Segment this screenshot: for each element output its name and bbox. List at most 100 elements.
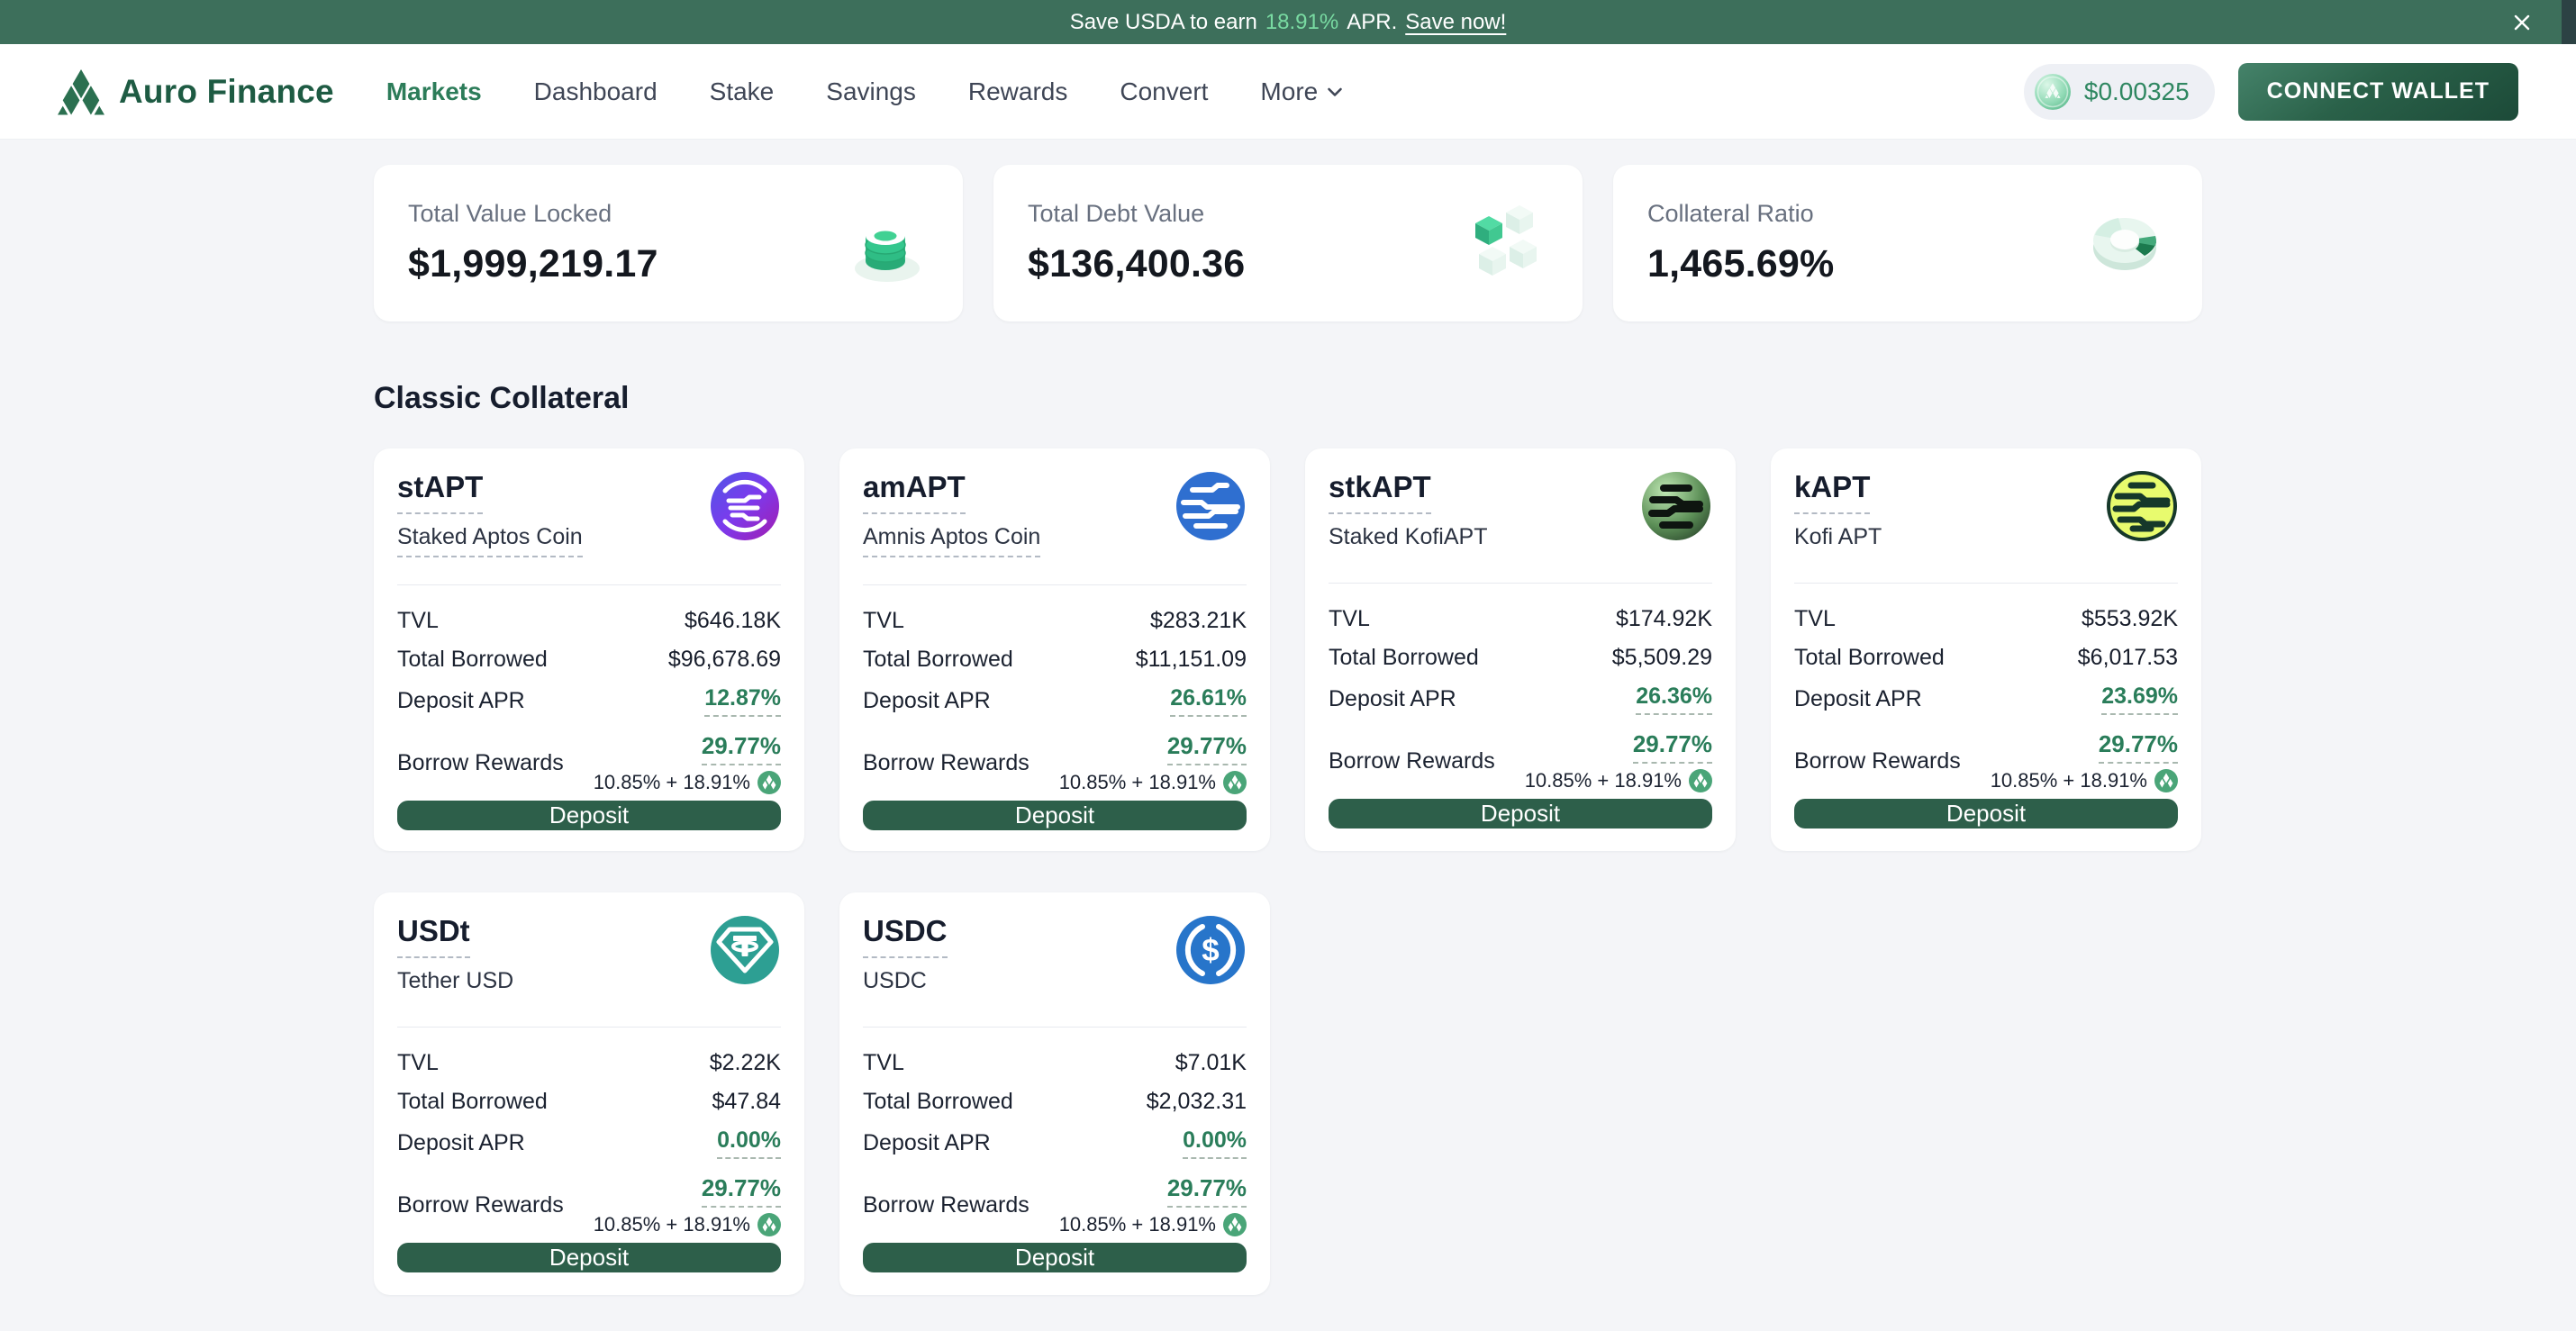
nav-item-markets[interactable]: Markets xyxy=(386,77,482,106)
banner-text: Save USDA to earn xyxy=(1070,10,1257,35)
token-symbol[interactable]: stkAPT xyxy=(1329,470,1431,514)
token-symbol[interactable]: amAPT xyxy=(863,470,966,514)
borrow-rewards-value[interactable]: 29.77% xyxy=(702,1174,781,1208)
total-borrowed-row: Total Borrowed $6,017.53 xyxy=(1794,645,2178,671)
deposit-button[interactable]: Deposit xyxy=(1794,799,2178,828)
total-borrowed-row: Total Borrowed $2,032.31 xyxy=(863,1089,1247,1115)
tvl-value: $646.18K xyxy=(685,608,781,634)
auro-logo-icon xyxy=(58,67,104,117)
deposit-apr-value[interactable]: 0.00% xyxy=(1183,1127,1247,1159)
auro-badge-icon xyxy=(1689,769,1712,792)
deposit-button[interactable]: Deposit xyxy=(863,801,1247,830)
brand-logo[interactable]: Auro Finance xyxy=(58,67,334,117)
token-name[interactable]: Staked Aptos Coin xyxy=(397,524,583,557)
total-borrowed-value: $47.84 xyxy=(712,1089,781,1115)
banner-text-suffix: APR. xyxy=(1347,10,1397,35)
connect-wallet-button[interactable]: CONNECT WALLET xyxy=(2238,63,2518,121)
wallet-balance: $0.00325 xyxy=(2084,77,2190,106)
token-symbol[interactable]: USDC xyxy=(863,914,948,958)
deposit-apr-value[interactable]: 23.69% xyxy=(2101,684,2178,715)
tvl-value: $174.92K xyxy=(1616,606,1712,632)
tvl-value: $553.92K xyxy=(2082,606,2178,632)
nav-item-stake[interactable]: Stake xyxy=(710,77,775,106)
market-card-usdc: USDC USDC $ TVL $7.01K Total Bo xyxy=(839,892,1270,1295)
borrow-rewards-value[interactable]: 29.77% xyxy=(1167,1174,1247,1208)
scrollbar-thumb[interactable] xyxy=(2562,0,2576,44)
deposit-apr-value[interactable]: 0.00% xyxy=(717,1127,781,1159)
total-borrowed-row: Total Borrowed $96,678.69 xyxy=(397,647,781,673)
borrow-rewards-row: Borrow Rewards 29.77% 10.85% + 18.91% xyxy=(397,1174,781,1236)
auro-badge-icon xyxy=(1223,771,1247,794)
kapt-token-icon xyxy=(2106,470,2178,542)
deposit-button[interactable]: Deposit xyxy=(1329,799,1712,828)
token-symbol[interactable]: stAPT xyxy=(397,470,483,514)
borrow-rewards-row: Borrow Rewards 29.77% 10.85% + 18.91% xyxy=(1329,730,1712,792)
amapt-token-icon xyxy=(1175,470,1247,542)
deposit-button[interactable]: Deposit xyxy=(863,1243,1247,1272)
stat-label: Total Debt Value xyxy=(1028,200,1245,228)
rewards-breakdown: 10.85% + 18.91% xyxy=(594,771,750,794)
deposit-apr-row: Deposit APR 26.36% xyxy=(1329,684,1712,715)
tvl-value: $283.21K xyxy=(1150,608,1247,634)
total-borrowed-value: $2,032.31 xyxy=(1147,1089,1247,1115)
stat-value: 1,465.69% xyxy=(1647,242,1834,286)
tvl-value: $2.22K xyxy=(710,1050,781,1076)
market-card-amapt: amAPT Amnis Aptos Coin TVL $283.21K xyxy=(839,448,1270,851)
auro-badge-icon xyxy=(1223,1213,1247,1236)
banner-apr-value: 18.91% xyxy=(1265,10,1338,35)
nav-item-rewards[interactable]: Rewards xyxy=(968,77,1067,106)
main-content: Total Value Locked $1,999,219.17 Total D… xyxy=(374,165,2202,1331)
nav-item-more[interactable]: More xyxy=(1260,77,1343,106)
borrow-rewards-row: Borrow Rewards 29.77% 10.85% + 18.91% xyxy=(397,732,781,794)
token-name: Kofi APT xyxy=(1794,524,1882,556)
brand-name: Auro Finance xyxy=(119,73,334,111)
tvl-value: $7.01K xyxy=(1175,1050,1247,1076)
market-cards-grid: stAPT Staked Aptos Coin xyxy=(374,448,2202,1331)
stat-value: $1,999,219.17 xyxy=(408,242,658,286)
deposit-button[interactable]: Deposit xyxy=(397,1243,781,1272)
nav-item-dashboard[interactable]: Dashboard xyxy=(534,77,658,106)
borrow-rewards-value[interactable]: 29.77% xyxy=(1633,730,1712,764)
stat-card-debt: Total Debt Value $136,400.36 xyxy=(993,165,1583,321)
save-now-link[interactable]: Save now! xyxy=(1405,10,1506,35)
main-menu: Markets Dashboard Stake Savings Rewards … xyxy=(386,77,1343,106)
borrow-rewards-value[interactable]: 29.77% xyxy=(702,732,781,765)
deposit-apr-value[interactable]: 26.61% xyxy=(1170,685,1247,717)
token-name[interactable]: Amnis Aptos Coin xyxy=(863,524,1040,557)
auro-coin-icon xyxy=(2034,73,2072,111)
rewards-breakdown: 10.85% + 18.91% xyxy=(594,1213,750,1236)
stapt-token-icon xyxy=(709,470,781,542)
donut-chart-icon xyxy=(2082,200,2168,286)
auro-badge-icon xyxy=(757,1213,781,1236)
close-icon[interactable] xyxy=(2511,12,2533,33)
borrow-rewards-value[interactable]: 29.77% xyxy=(1167,732,1247,765)
deposit-apr-row: Deposit APR 0.00% xyxy=(863,1127,1247,1159)
stat-card-tvl: Total Value Locked $1,999,219.17 xyxy=(374,165,963,321)
token-name: Tether USD xyxy=(397,968,513,1000)
token-symbol[interactable]: USDt xyxy=(397,914,470,958)
market-card-kapt: kAPT Kofi APT TVL $553.92K xyxy=(1771,448,2201,851)
navbar: Auro Finance Markets Dashboard Stake Sav… xyxy=(0,44,2576,140)
total-borrowed-value: $5,509.29 xyxy=(1612,645,1712,671)
borrow-rewards-value[interactable]: 29.77% xyxy=(2099,730,2178,764)
stat-card-collateral-ratio: Collateral Ratio 1,465.69% xyxy=(1613,165,2202,321)
deposit-button[interactable]: Deposit xyxy=(397,801,781,830)
token-symbol[interactable]: kAPT xyxy=(1794,470,1870,514)
promo-banner: Save USDA to earn 18.91% APR. Save now! xyxy=(0,0,2576,44)
tvl-row: TVL $283.21K xyxy=(863,608,1247,634)
total-borrowed-row: Total Borrowed $5,509.29 xyxy=(1329,645,1712,671)
nav-item-savings[interactable]: Savings xyxy=(826,77,916,106)
deposit-apr-value[interactable]: 26.36% xyxy=(1636,684,1712,715)
section-title: Classic Collateral xyxy=(374,381,2202,416)
wallet-balance-pill[interactable]: $0.00325 xyxy=(2024,64,2215,120)
tvl-row: TVL $2.22K xyxy=(397,1050,781,1076)
deposit-apr-value[interactable]: 12.87% xyxy=(704,685,781,717)
total-borrowed-value: $96,678.69 xyxy=(668,647,781,673)
auro-badge-icon xyxy=(2154,769,2178,792)
total-borrowed-row: Total Borrowed $47.84 xyxy=(397,1089,781,1115)
stat-label: Total Value Locked xyxy=(408,200,658,228)
nav-item-convert[interactable]: Convert xyxy=(1120,77,1208,106)
rewards-breakdown: 10.85% + 18.91% xyxy=(1525,769,1682,792)
market-card-stapt: stAPT Staked Aptos Coin xyxy=(374,448,804,851)
tvl-row: TVL $174.92K xyxy=(1329,606,1712,632)
